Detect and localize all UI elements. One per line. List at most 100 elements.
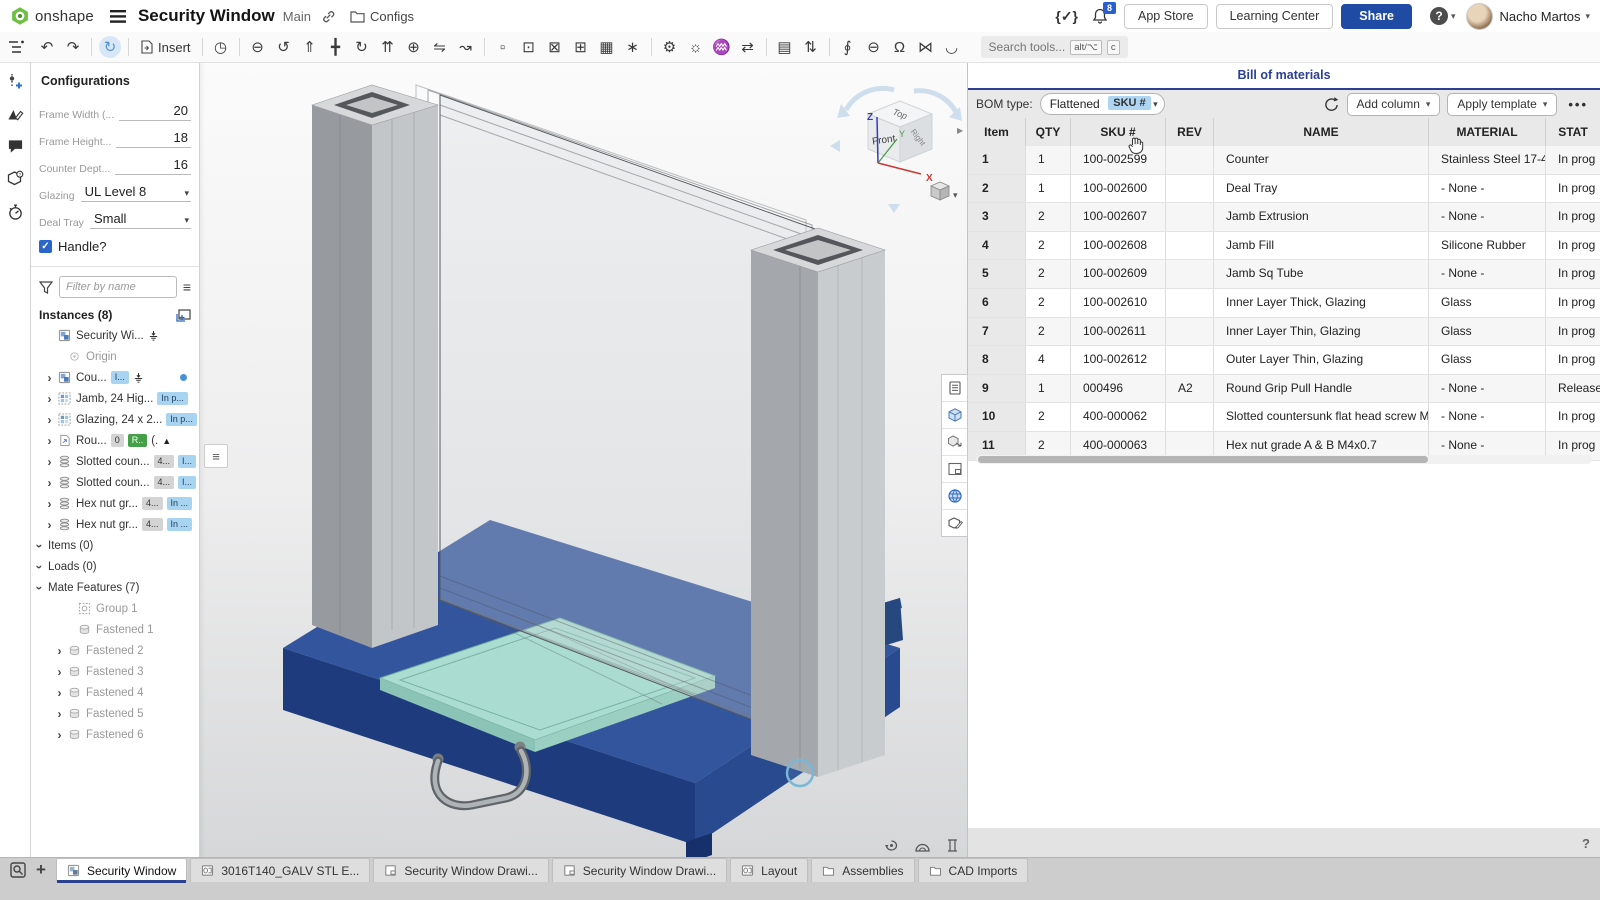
group-parts-icon[interactable]: ⊡ (516, 35, 542, 59)
drawing-panel-icon[interactable] (942, 456, 967, 483)
environment-icon[interactable] (914, 838, 931, 853)
expand-arrow-icon[interactable]: › (45, 519, 54, 531)
tree-item[interactable]: ›Slotted coun...4...I... (31, 451, 199, 472)
config-dropdown[interactable]: UL Level 8▾ (81, 184, 191, 202)
instances-panel-toggle-icon[interactable] (8, 40, 24, 54)
bom-row[interactable]: 91000496A2Round Grip Pull Handle- None -… (968, 375, 1600, 404)
status-chip[interactable]: In p... (157, 392, 188, 405)
bom-column-header[interactable]: NAME (1214, 118, 1429, 146)
workspace-label[interactable]: Main (283, 9, 311, 24)
section-scale-icon[interactable] (945, 838, 960, 853)
doc-tab[interactable]: Security Window Drawi... (373, 858, 548, 882)
named-positions-icon[interactable]: ⇄ (735, 35, 761, 59)
bom-column-header[interactable]: MATERIAL (1429, 118, 1546, 146)
parts-panel-icon[interactable] (942, 402, 967, 429)
tree-item[interactable]: ›Hex nut gr...4...In ... (31, 493, 199, 514)
expand-arrow-icon[interactable]: › (34, 541, 46, 550)
tree-item[interactable]: ›Group 1 (31, 598, 199, 619)
bom-row[interactable]: 84100-002612Outer Layer Thin, GlazingGla… (968, 346, 1600, 375)
tab-manager-icon[interactable] (10, 862, 26, 878)
bom-more-options-button[interactable]: ••• (1568, 97, 1588, 112)
status-chip[interactable]: 4... (154, 476, 175, 489)
bom-horizontal-scrollbar[interactable] (976, 455, 1592, 464)
tree-item[interactable]: ›Fastened 1 (31, 619, 199, 640)
status-chip[interactable]: 4... (142, 518, 163, 531)
tree-item[interactable]: ›Fastened 4 (31, 682, 199, 703)
expand-arrow-icon[interactable]: › (55, 666, 64, 678)
insert-instance-icon[interactable] (176, 309, 191, 322)
bom-panel-icon[interactable] (942, 375, 967, 402)
onshape-logo[interactable]: onshape (10, 6, 94, 26)
pattern-icon[interactable]: ⊠ (542, 35, 568, 59)
search-tools-input[interactable]: Search tools... alt/⌥ c (981, 36, 1128, 58)
expand-arrow-icon[interactable]: › (45, 498, 54, 510)
expand-arrow-icon[interactable]: › (45, 372, 54, 384)
bom-column-header[interactable]: STAT (1546, 118, 1600, 146)
status-chip[interactable]: 4... (154, 455, 175, 468)
planar-mate-icon[interactable]: ╋ (323, 35, 349, 59)
tree-item[interactable]: ›Loads (0) (31, 556, 199, 577)
expand-arrow-icon[interactable]: › (55, 645, 64, 657)
expand-arrow-icon[interactable]: › (55, 729, 64, 741)
exploded-view-icon[interactable]: ◡ (939, 35, 965, 59)
bom-column-header[interactable]: QTY (1026, 118, 1071, 146)
config-value-input[interactable]: 18 (116, 130, 191, 148)
tree-item[interactable]: ›Jamb, 24 Hig...In p... (31, 388, 199, 409)
tangent-mate-icon[interactable]: ↝ (453, 35, 479, 59)
status-chip[interactable]: 0 (111, 434, 124, 447)
bom-row[interactable]: 42100-002608Jamb FillSilicone RubberIn p… (968, 232, 1600, 261)
mate-list-handle[interactable]: ≡ (204, 444, 228, 468)
status-chip[interactable]: In ... (167, 518, 193, 531)
view-rotate-icon[interactable] (883, 838, 900, 853)
left-jamb[interactable] (312, 85, 438, 648)
history-icon[interactable]: ◷ (208, 35, 234, 59)
mate-icon[interactable]: ⊖ (245, 35, 271, 59)
status-chip[interactable]: I... (111, 371, 129, 384)
user-name[interactable]: Nacho Martos (1500, 9, 1581, 24)
tree-item[interactable]: ›Items (0) (31, 535, 199, 556)
tree-item[interactable]: ›Fastened 2 (31, 640, 199, 661)
bom-row[interactable]: 32100-002607Jamb Extrusion- None -In pro… (968, 203, 1600, 232)
apply-template-button[interactable]: Apply template ▾ (1447, 93, 1557, 116)
link-icon[interactable] (321, 9, 336, 24)
import-export-icon[interactable]: ⇅ (798, 35, 824, 59)
model-viewport[interactable]: Top Front Right Z Y X ▾ (200, 62, 967, 858)
redo-icon[interactable]: ↷ (60, 35, 86, 59)
performance-icon[interactable] (7, 203, 24, 221)
help-icon[interactable]: ? (1582, 836, 1590, 851)
handle-checkbox-row[interactable]: ✓ Handle? (39, 239, 191, 254)
scrollbar-thumb[interactable] (978, 456, 1428, 463)
cylindrical-mate-icon[interactable]: ↻ (349, 35, 375, 59)
doc-tab[interactable]: Security Window (56, 858, 187, 882)
expand-arrow-icon[interactable]: › (45, 435, 54, 447)
share-button[interactable]: Share (1341, 4, 1412, 29)
learning-center-button[interactable]: Learning Center (1216, 4, 1334, 29)
configurations-icon[interactable]: ☼ (683, 35, 709, 59)
pin-slot-mate-icon[interactable]: ⇈ (375, 35, 401, 59)
interference-icon[interactable]: Ω (887, 35, 913, 59)
explode-icon[interactable]: ∗ (620, 35, 646, 59)
config-panel-icon[interactable] (6, 72, 24, 90)
security-window-model[interactable]: Top Front Right Z Y X ▾ (200, 62, 967, 858)
configs-breadcrumb[interactable]: Configs (350, 9, 414, 24)
bom-row[interactable]: 102400-000062Slotted countersunk flat he… (968, 403, 1600, 432)
expand-arrow-icon[interactable]: › (55, 708, 64, 720)
bom-type-dropdown[interactable]: Flattened SKU # ▾ (1040, 93, 1165, 115)
featurescript-icon[interactable]: {✓} (1055, 8, 1078, 25)
doc-tab[interactable]: Assemblies (811, 858, 914, 882)
tree-item[interactable]: ›Fastened 6 (31, 724, 199, 745)
config-value-input[interactable]: 16 (115, 157, 191, 175)
bom-column-header[interactable]: Item (968, 118, 1026, 146)
edit-appearance-icon[interactable] (6, 106, 24, 122)
bom-row[interactable]: 62100-002610Inner Layer Thick, GlazingGl… (968, 289, 1600, 318)
mate-connector-icon[interactable]: ▫ (490, 35, 516, 59)
mass-properties-icon[interactable]: ⊖ (861, 35, 887, 59)
linear-pattern-icon[interactable]: ▦ (594, 35, 620, 59)
tree-item[interactable]: ›Hex nut gr...4...In ... (31, 514, 199, 535)
measure-icon[interactable]: ∮ (835, 35, 861, 59)
expand-arrow-icon[interactable]: › (45, 414, 54, 426)
expand-arrow-icon[interactable]: › (45, 477, 54, 489)
doc-tab[interactable]: CAD Imports (918, 858, 1029, 882)
insert-button[interactable]: Insert (134, 35, 197, 59)
tree-item[interactable]: ›Fastened 5 (31, 703, 199, 724)
